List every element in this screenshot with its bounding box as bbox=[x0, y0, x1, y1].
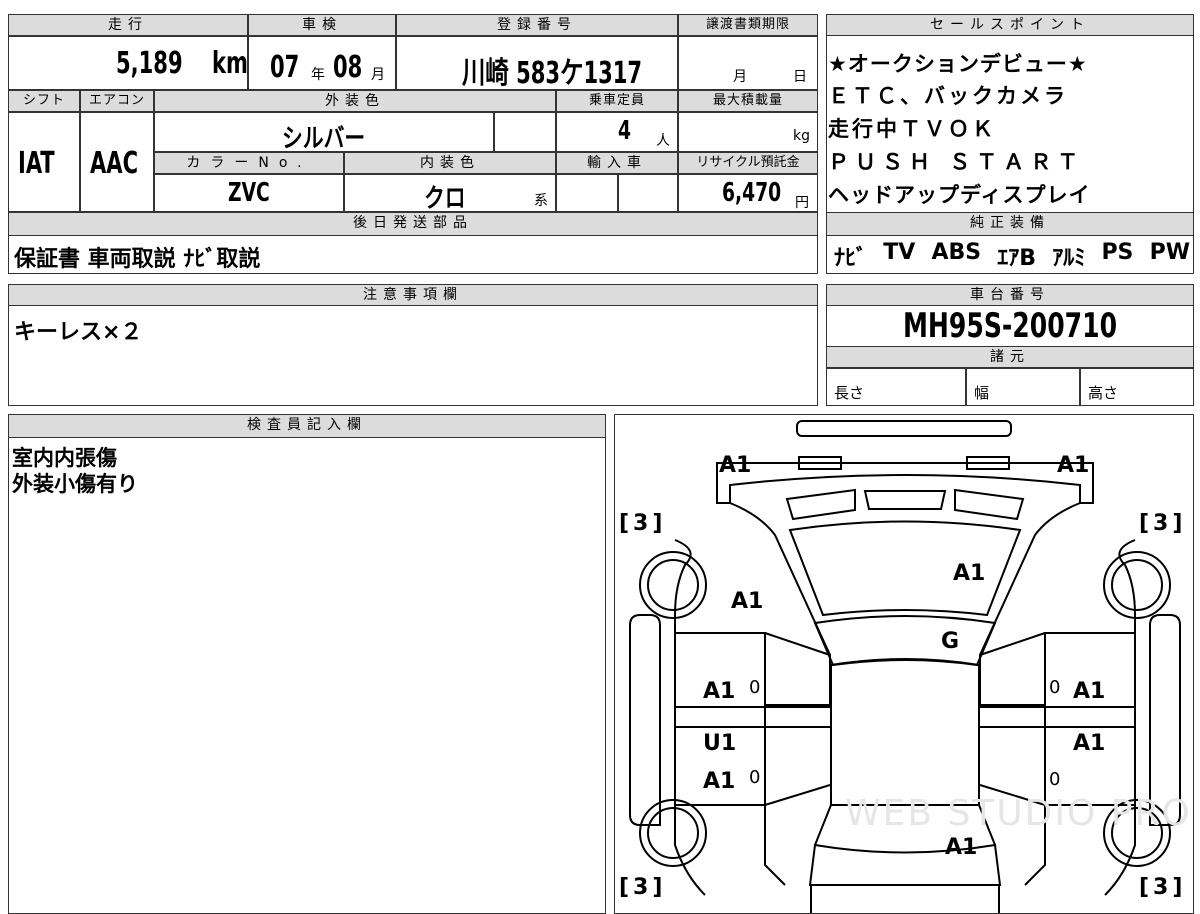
bracket-front-left: [3] bbox=[619, 511, 667, 536]
sales-point-line: ＰＵＳＨ ＳＴＡＲＴ bbox=[828, 150, 1085, 174]
damage-front-right-corner: A1 bbox=[1057, 453, 1090, 478]
spec-width-label: 幅 bbox=[974, 384, 990, 402]
damage-hood: A1 bbox=[953, 561, 986, 586]
capacity-header: 乗車定員 bbox=[556, 90, 678, 112]
genuine-equipment-header: 純正装備 bbox=[826, 212, 1194, 236]
bracket-front-right: [3] bbox=[1139, 511, 1187, 536]
deadline-header: 譲渡書類期限 bbox=[678, 14, 818, 36]
spec-height-label: 高さ bbox=[1088, 384, 1119, 402]
import-cell-a bbox=[556, 174, 618, 212]
zero-mark: 0 bbox=[749, 767, 761, 788]
inspector-header: 検査員記入欄 bbox=[8, 414, 606, 438]
recycle-fee-value: 6,470 bbox=[722, 178, 782, 208]
max-load-unit: kg bbox=[793, 128, 810, 144]
diagram-watermark: WEB STUDIO PRO bbox=[845, 793, 1192, 834]
damage-windshield: G bbox=[941, 629, 960, 654]
inspector-note-line: 外装小傷有り bbox=[12, 472, 138, 496]
notes-text: キーレス×２ bbox=[14, 320, 143, 345]
interior-color-value: クロ bbox=[424, 184, 466, 214]
damage-front-left-corner: A1 bbox=[719, 453, 752, 478]
spec-length-label: 長さ bbox=[834, 384, 865, 402]
inspection-year: 07 bbox=[270, 50, 300, 85]
inspection-header: 車検 bbox=[248, 14, 396, 36]
chassis-number: MH95S-200710 bbox=[902, 306, 1118, 346]
mileage-unit: km bbox=[212, 46, 248, 81]
deadline-month: 月 bbox=[733, 69, 747, 85]
ac-value: AAC bbox=[90, 146, 139, 181]
equipment-item: ﾅﾋﾞ bbox=[834, 246, 868, 271]
damage-front-right-door: A1 bbox=[1073, 679, 1106, 704]
sales-point-line: ＥＴＣ、バックカメラ bbox=[828, 84, 1068, 108]
damage-rear-right-door: A1 bbox=[1073, 731, 1106, 756]
notes-header: 注意事項欄 bbox=[8, 284, 818, 306]
capacity-value: 4 bbox=[618, 116, 632, 146]
bracket-rear-left: [3] bbox=[619, 875, 667, 900]
mileage-header: 走行 bbox=[8, 14, 248, 36]
later-parts-text: 保証書 車両取説 ﾅﾋﾞ取説 bbox=[14, 247, 261, 272]
inspection-year-unit: 年 bbox=[311, 67, 325, 83]
damage-rear-left-door-u1: U1 bbox=[703, 731, 737, 756]
recycle-fee-header: リサイクル預託金 bbox=[678, 152, 818, 174]
ac-header: エアコン bbox=[80, 90, 154, 112]
capacity-unit: 人 bbox=[656, 133, 670, 149]
import-header: 輸入車 bbox=[556, 152, 678, 174]
equipment-item: ABS bbox=[931, 240, 982, 265]
sales-point-line: ★オークションデビュー★ bbox=[828, 52, 1088, 76]
deadline-day: 日 bbox=[793, 69, 807, 85]
recycle-fee-unit: 円 bbox=[795, 195, 809, 211]
import-cell-b bbox=[618, 174, 678, 212]
genuine-equipment-list: ﾅﾋﾞ TV ABS ｴｱB ｱﾙﾐ PS PW bbox=[834, 240, 1190, 271]
inspection-month-unit: 月 bbox=[371, 67, 385, 83]
exterior-extra-cell bbox=[494, 112, 556, 152]
damage-diagram-panel: WEB STUDIO PRO A1 A1 [3] [3] A1 A1 G A1 … bbox=[614, 414, 1194, 914]
registration-header: 登録番号 bbox=[396, 14, 678, 36]
color-no-value: ZVC bbox=[228, 178, 270, 208]
inspection-month: 08 bbox=[333, 50, 363, 85]
car-outline-diagram bbox=[629, 420, 1181, 913]
equipment-item: ｴｱB bbox=[997, 246, 1037, 271]
damage-rear-left-door: A1 bbox=[703, 769, 736, 794]
specs-header: 諸元 bbox=[826, 346, 1194, 368]
zero-mark: 0 bbox=[1049, 769, 1061, 790]
shift-header: シフト bbox=[8, 90, 80, 112]
zero-mark: 0 bbox=[1049, 677, 1061, 698]
color-no-header: カラーNo. bbox=[154, 152, 344, 174]
exterior-color-value: シルバー bbox=[282, 124, 366, 154]
equipment-item: TV bbox=[883, 240, 916, 265]
chassis-header: 車台番号 bbox=[826, 284, 1194, 306]
zero-mark: 0 bbox=[749, 677, 761, 698]
registration-number: 川崎 583ケ1317 bbox=[462, 56, 643, 91]
max-load-header: 最大積載量 bbox=[678, 90, 818, 112]
damage-front-left-fender: A1 bbox=[731, 589, 764, 614]
equipment-item: ｱﾙﾐ bbox=[1052, 246, 1086, 271]
shift-value: IAT bbox=[18, 146, 55, 181]
sales-point-line: ヘッドアップディスプレイ bbox=[828, 183, 1091, 207]
equipment-item: PS bbox=[1101, 240, 1134, 265]
damage-rear: A1 bbox=[945, 835, 978, 860]
sales-points-header: セールスポイント bbox=[826, 14, 1194, 36]
interior-color-unit: 系 bbox=[534, 193, 548, 209]
damage-front-left-door: A1 bbox=[703, 679, 736, 704]
later-parts-header: 後日発送部品 bbox=[8, 212, 818, 236]
sales-point-line: 走行中ＴＶＯＫ bbox=[828, 117, 996, 141]
exterior-color-header: 外装色 bbox=[154, 90, 556, 112]
bracket-rear-right: [3] bbox=[1139, 875, 1187, 900]
interior-color-header: 内装色 bbox=[344, 152, 556, 174]
mileage-value: 5,189 bbox=[116, 46, 183, 81]
equipment-item: PW bbox=[1149, 240, 1190, 265]
